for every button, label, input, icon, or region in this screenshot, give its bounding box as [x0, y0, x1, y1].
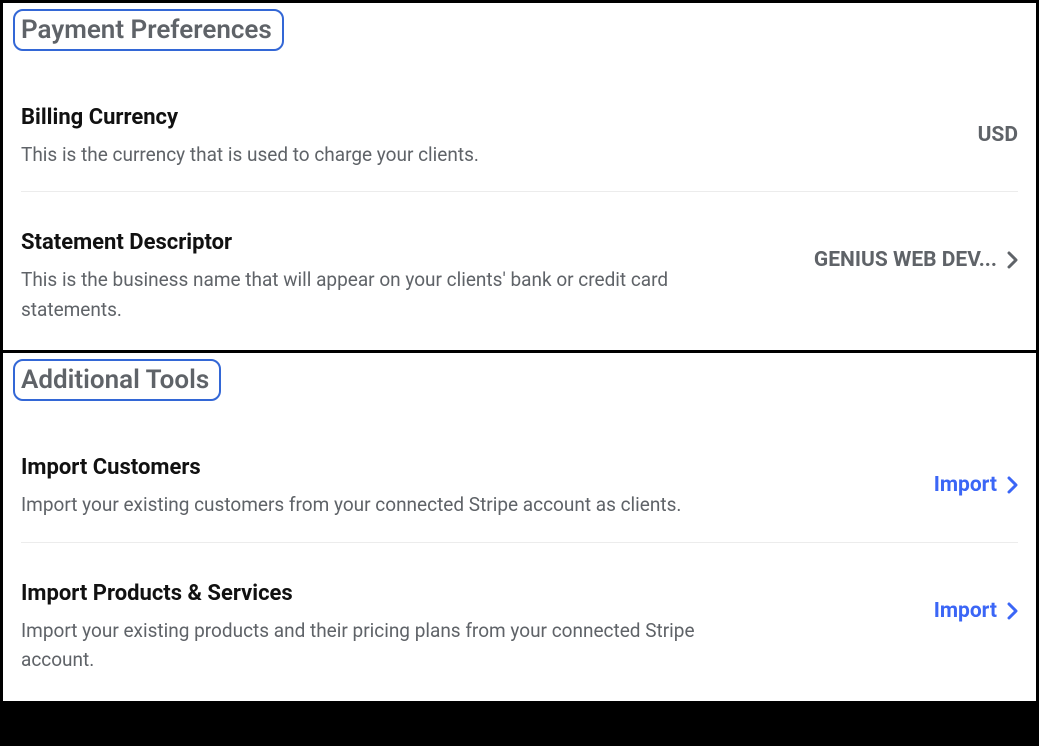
import-products-text: Import Products & Services Import your e… [21, 581, 739, 675]
billing-currency-value-wrap: USD [978, 105, 1018, 147]
additional-tools-heading: Additional Tools [13, 359, 221, 401]
billing-currency-value: USD [978, 123, 1018, 147]
billing-currency-text: Billing Currency This is the currency th… [21, 105, 479, 169]
import-customers-desc: Import your existing customers from your… [21, 490, 681, 519]
statement-descriptor-text: Statement Descriptor This is the busines… [21, 230, 739, 324]
billing-currency-desc: This is the currency that is used to cha… [21, 140, 479, 169]
payment-preferences-heading: Payment Preferences [13, 9, 284, 51]
payment-preferences-panel: Payment Preferences Billing Currency Thi… [0, 0, 1039, 353]
statement-descriptor-value-wrap[interactable]: GENIUS WEB DEV... [814, 230, 1018, 272]
import-products-action[interactable]: Import [934, 599, 997, 623]
import-customers-title: Import Customers [21, 455, 681, 480]
import-products-title: Import Products & Services [21, 581, 739, 606]
import-customers-text: Import Customers Import your existing cu… [21, 455, 681, 519]
import-products-action-wrap[interactable]: Import [934, 581, 1018, 623]
statement-descriptor-desc: This is the business name that will appe… [21, 265, 739, 324]
import-customers-action[interactable]: Import [934, 473, 997, 497]
billing-currency-row: Billing Currency This is the currency th… [21, 59, 1018, 191]
statement-descriptor-value: GENIUS WEB DEV... [814, 248, 997, 272]
import-customers-action-wrap[interactable]: Import [934, 455, 1018, 497]
import-customers-row[interactable]: Import Customers Import your existing cu… [21, 409, 1018, 541]
chevron-right-icon [1007, 476, 1018, 494]
chevron-right-icon [1007, 251, 1018, 269]
billing-currency-title: Billing Currency [21, 105, 479, 130]
additional-tools-panel: Additional Tools Import Customers Import… [0, 353, 1039, 703]
import-products-desc: Import your existing products and their … [21, 616, 739, 675]
payment-preferences-rows: Billing Currency This is the currency th… [3, 51, 1036, 346]
statement-descriptor-row[interactable]: Statement Descriptor This is the busines… [21, 191, 1018, 346]
chevron-right-icon [1007, 602, 1018, 620]
statement-descriptor-title: Statement Descriptor [21, 230, 739, 255]
import-products-row[interactable]: Import Products & Services Import your e… [21, 542, 1018, 697]
additional-tools-rows: Import Customers Import your existing cu… [3, 401, 1036, 696]
